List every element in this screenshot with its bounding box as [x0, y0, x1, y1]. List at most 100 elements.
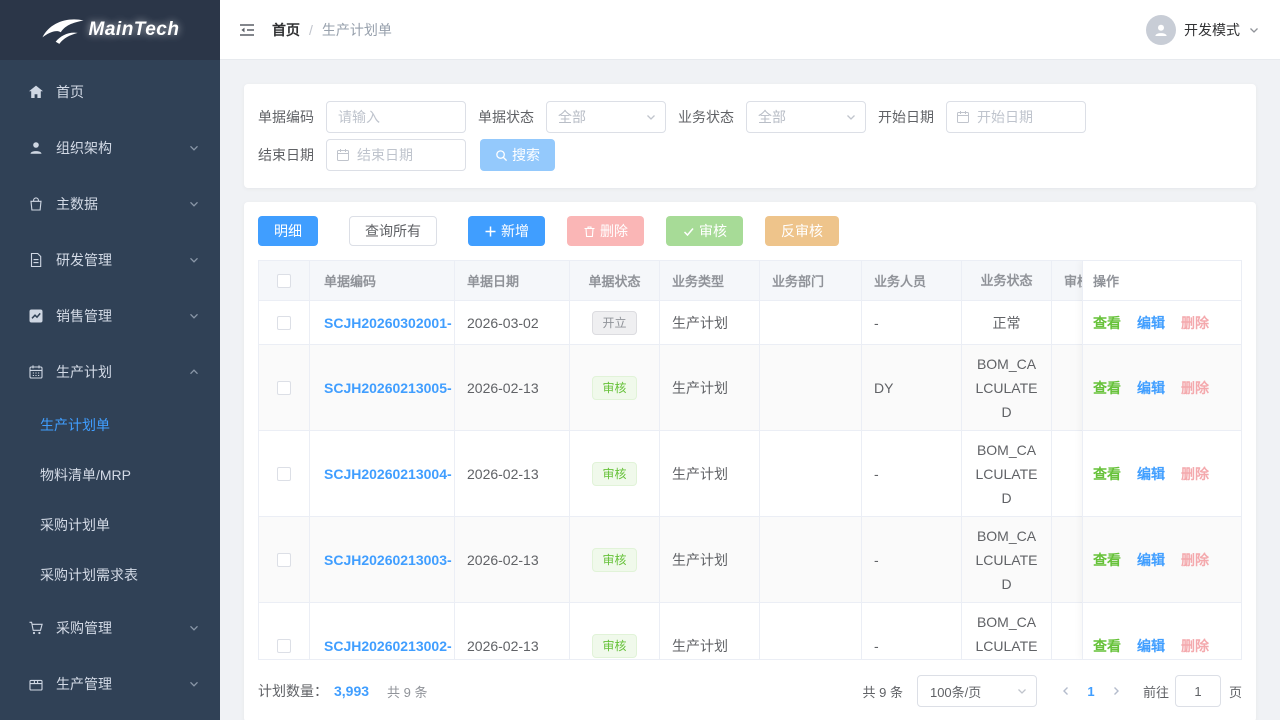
status-tag: 审核: [592, 548, 636, 572]
edit-row-action[interactable]: 编辑: [1137, 464, 1165, 484]
page-number-current[interactable]: 1: [1077, 684, 1105, 699]
cell-status: 开立: [570, 301, 660, 345]
end-date-picker[interactable]: 结束日期: [326, 139, 466, 171]
total-records: 共 9 条: [387, 682, 427, 701]
doc-code-link[interactable]: SCJH20260213002-: [324, 638, 452, 654]
document-icon: [28, 252, 44, 268]
filter-panel: 单据编码 单据状态 全部 业务状态: [244, 84, 1256, 188]
cell-biz_type: 生产计划: [660, 301, 760, 345]
doc-code-input[interactable]: [338, 109, 454, 125]
prev-page-button[interactable]: [1055, 685, 1077, 697]
doc-code-link[interactable]: SCJH20260213005-: [324, 380, 452, 396]
sidebar-item-label: 组织架构: [56, 138, 188, 158]
edit-row-action[interactable]: 编辑: [1137, 313, 1165, 333]
goto-page-input[interactable]: [1175, 675, 1221, 707]
delete-button[interactable]: 删除: [567, 216, 644, 246]
pagination: 共 9 条 100条/页 1 前往 页: [863, 675, 1243, 707]
start-date-picker[interactable]: 开始日期: [946, 101, 1086, 133]
chevron-down-icon: [645, 111, 657, 123]
sidebar-item-label: 采购管理: [56, 618, 188, 638]
edit-row-action[interactable]: 编辑: [1137, 378, 1165, 398]
row-checkbox[interactable]: [277, 316, 291, 330]
sidebar-item-sales-management[interactable]: 销售管理: [0, 288, 220, 344]
cell-date: 2026-03-02: [455, 301, 570, 345]
sidebar-subitem-bom-mrp[interactable]: 物料清单/MRP: [0, 450, 220, 500]
cell-code: SCJH20260302001-: [310, 301, 455, 345]
chevron-down-icon: [188, 622, 200, 634]
view-row-action[interactable]: 查看: [1093, 636, 1121, 656]
cell-code: SCJH20260213004-: [310, 431, 455, 517]
doc-status-label: 单据状态: [478, 107, 534, 127]
sidebar-subitem-purchase-plan-order[interactable]: 采购计划单: [0, 500, 220, 550]
unaudit-button[interactable]: 反审核: [765, 216, 839, 246]
cell-biz_type: 生产计划: [660, 345, 760, 431]
delete-row-action[interactable]: 删除: [1181, 313, 1209, 333]
home-icon: [28, 84, 44, 100]
sidebar-item-org[interactable]: 组织架构: [0, 120, 220, 176]
col-header-code: 单据编码: [310, 261, 455, 301]
row-actions: 查看编辑删除: [1083, 517, 1241, 603]
doc-code-link[interactable]: SCJH20260213004-: [324, 466, 452, 482]
breadcrumb-current: 生产计划单: [322, 20, 392, 40]
next-page-button[interactable]: [1105, 685, 1127, 697]
cell-date: 2026-02-13: [455, 431, 570, 517]
doc-code-link[interactable]: SCJH20260302001-: [324, 315, 452, 331]
view-row-action[interactable]: 查看: [1093, 378, 1121, 398]
table-panel: 明细查询所有新增删除审核反审核 单据编码单据日期单据状态业务类型业务部门业务人员…: [244, 202, 1256, 720]
status-tag: 审核: [592, 634, 636, 658]
sidebar-subitem-production-plan-order[interactable]: 生产计划单: [0, 400, 220, 450]
status-tag: 审核: [592, 376, 636, 400]
view-row-action[interactable]: 查看: [1093, 464, 1121, 484]
cell-date: 2026-02-13: [455, 345, 570, 431]
cell-biz_user: DY: [862, 345, 962, 431]
select-all-checkbox[interactable]: [277, 274, 291, 288]
cell-date: 2026-02-13: [455, 603, 570, 660]
row-checkbox[interactable]: [277, 553, 291, 567]
cell-biz_type: 生产计划: [660, 603, 760, 660]
sidebar-item-home[interactable]: 首页: [0, 64, 220, 120]
doc-code-link[interactable]: SCJH20260213003-: [324, 552, 452, 568]
sidebar-item-production-plan[interactable]: 生产计划: [0, 344, 220, 400]
box-icon: [28, 676, 44, 692]
collapse-sidebar-icon[interactable]: [238, 21, 256, 39]
user-menu[interactable]: 开发模式: [1146, 15, 1260, 45]
delete-row-action[interactable]: 删除: [1181, 464, 1209, 484]
delete-row-action[interactable]: 删除: [1181, 550, 1209, 570]
query-all-button[interactable]: 查询所有: [349, 216, 437, 246]
page-size-select[interactable]: 100条/页: [917, 675, 1037, 707]
sidebar-item-rd-management[interactable]: 研发管理: [0, 232, 220, 288]
delete-row-action[interactable]: 删除: [1181, 378, 1209, 398]
detail-button[interactable]: 明细: [258, 216, 318, 246]
sidebar-item-production-management[interactable]: 生产管理: [0, 656, 220, 712]
edit-row-action[interactable]: 编辑: [1137, 636, 1165, 656]
edit-row-action[interactable]: 编辑: [1137, 550, 1165, 570]
content: 单据编码 单据状态 全部 业务状态: [220, 60, 1280, 720]
cell-check: [259, 431, 310, 517]
breadcrumb-home[interactable]: 首页: [272, 20, 300, 40]
plan-count-label: 计划数量：: [258, 681, 328, 701]
col-header-check: [259, 261, 310, 301]
cell-biz_type: 生产计划: [660, 431, 760, 517]
row-checkbox[interactable]: [277, 467, 291, 481]
row-checkbox[interactable]: [277, 381, 291, 395]
col-header-biz_status: 业务状态: [962, 261, 1052, 301]
col-header-biz_user: 业务人员: [862, 261, 962, 301]
view-row-action[interactable]: 查看: [1093, 313, 1121, 333]
sidebar-item-master-data[interactable]: 主数据: [0, 176, 220, 232]
user-mode-label: 开发模式: [1184, 20, 1240, 40]
sidebar-item-label: 首页: [56, 82, 200, 102]
view-row-action[interactable]: 查看: [1093, 550, 1121, 570]
search-button[interactable]: 搜索: [480, 139, 555, 171]
chevron-down-icon: [188, 310, 200, 322]
doc-status-select[interactable]: 全部: [546, 101, 666, 133]
delete-row-action[interactable]: 删除: [1181, 636, 1209, 656]
row-checkbox[interactable]: [277, 639, 291, 653]
fixed-actions-column: 操作 查看编辑删除查看编辑删除查看编辑删除查看编辑删除查看编辑删除: [1082, 261, 1241, 659]
sidebar-subitem-purchase-plan-demand[interactable]: 采购计划需求表: [0, 550, 220, 600]
sidebar-subitem-label: 物料清单/MRP: [40, 465, 131, 485]
add-button[interactable]: 新增: [468, 216, 545, 246]
biz-status-select[interactable]: 全部: [746, 101, 866, 133]
audit-button[interactable]: 审核: [666, 216, 743, 246]
col-header-biz_dept: 业务部门: [760, 261, 862, 301]
sidebar-item-purchase-management[interactable]: 采购管理: [0, 600, 220, 656]
